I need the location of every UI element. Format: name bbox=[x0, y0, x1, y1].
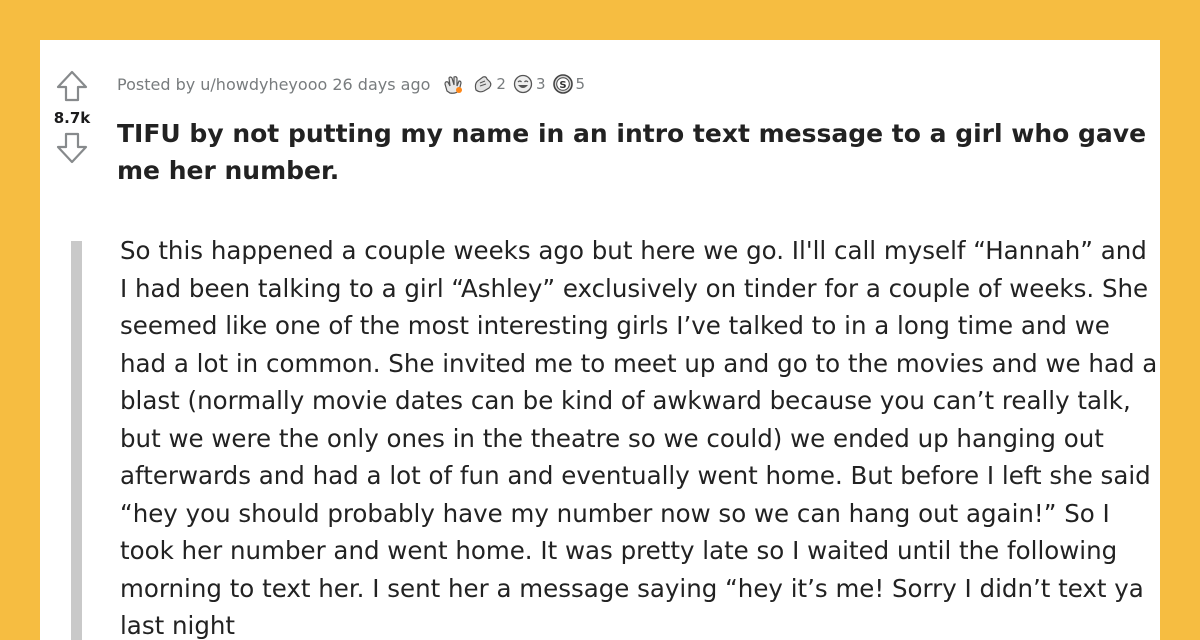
helpful-award-icon bbox=[475, 76, 492, 93]
quote-bar bbox=[71, 241, 82, 640]
award-laughing[interactable]: 3 bbox=[512, 73, 546, 95]
post-card: 8.7k Posted by u/howdyheyooo 26 days ago… bbox=[40, 40, 1160, 640]
post-meta: Posted by u/howdyheyooo 26 days ago 2 3 bbox=[117, 70, 591, 98]
hands-clap-award-icon bbox=[444, 76, 463, 94]
award-helpful[interactable]: 2 bbox=[472, 73, 506, 95]
posted-by-text[interactable]: Posted by u/howdyheyooo 26 days ago bbox=[117, 75, 430, 94]
award-silver[interactable]: S 5 bbox=[552, 73, 585, 95]
svg-text:S: S bbox=[559, 80, 566, 91]
vote-score: 8.7k bbox=[53, 109, 91, 127]
upvote-arrow-icon[interactable] bbox=[55, 68, 89, 104]
post-title[interactable]: TIFU by not putting my name in an intro … bbox=[117, 115, 1152, 189]
vote-column: 8.7k bbox=[50, 68, 94, 166]
award-clap[interactable] bbox=[442, 73, 466, 95]
silver-award-icon: S bbox=[552, 74, 573, 94]
post-body: So this happened a couple weeks ago but … bbox=[120, 236, 1158, 640]
laughing-award-icon bbox=[513, 74, 533, 94]
downvote-arrow-icon[interactable] bbox=[55, 130, 89, 166]
